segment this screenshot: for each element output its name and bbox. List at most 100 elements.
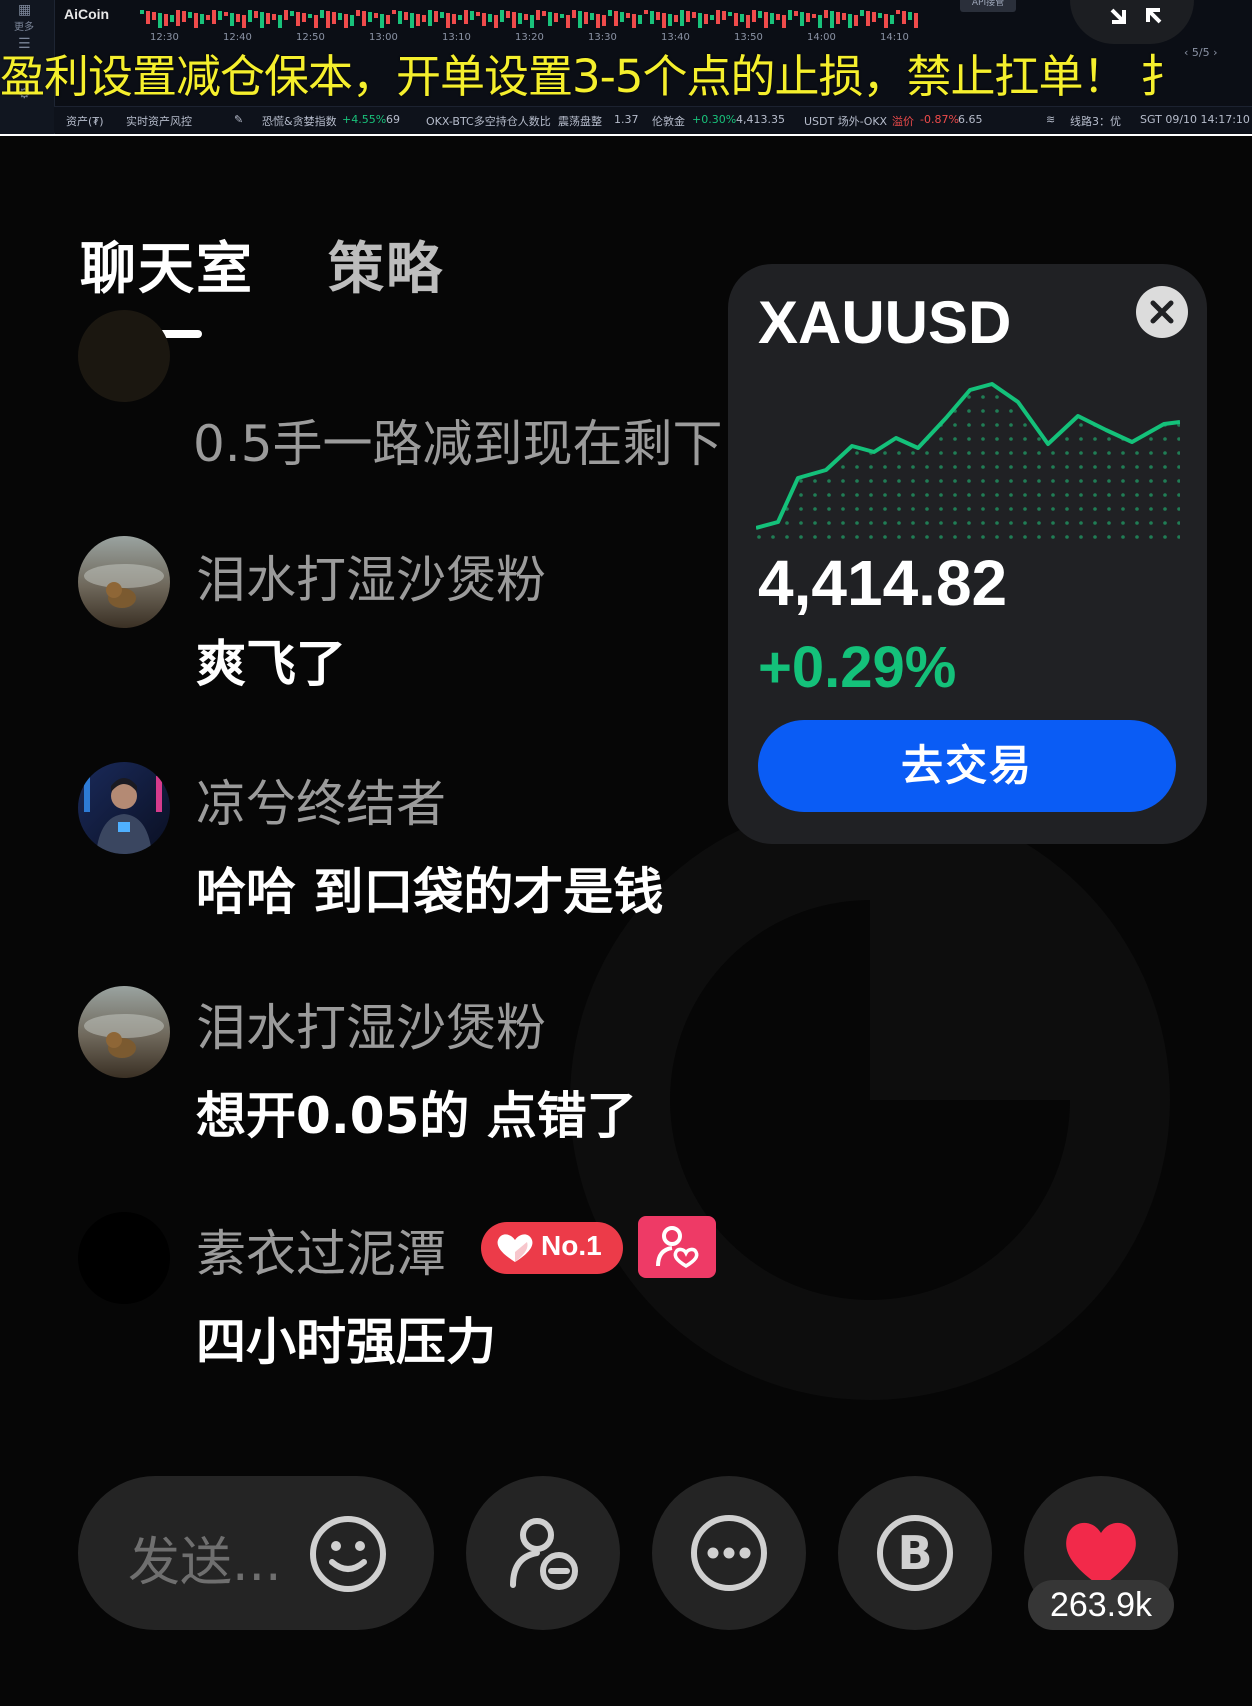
chat-message-text: 哈哈 到口袋的才是钱 [196,863,664,921]
candle [212,10,216,24]
exit-fullscreen-button[interactable] [1070,0,1194,44]
usdt-state: 溢价 [892,115,914,128]
candle [320,10,324,18]
candle [248,10,252,22]
pager[interactable]: ‹ 5/5 › [1184,46,1218,59]
candle [170,15,174,22]
candle [902,11,906,24]
ticker-change: +0.29% [758,635,957,700]
candle [392,10,396,14]
candle [638,15,642,24]
b-coin-button[interactable]: B [838,1476,992,1630]
chat-username[interactable]: 凉兮终结者 [196,764,446,836]
fan-badge[interactable] [638,1216,716,1278]
rank-badge[interactable]: No.1 [481,1222,623,1274]
line-label[interactable]: 线路3：优 [1070,113,1121,129]
fear-greed-change: +4.55% [342,113,387,126]
candle [458,15,462,20]
fear-greed-label: 恐慌&贪婪指数 [262,115,337,128]
candle [368,12,372,22]
candle [512,12,516,28]
candle [722,11,726,20]
usdt-change: -0.87% [920,113,959,126]
candle [470,11,474,20]
candle [428,10,432,26]
chat-message-partial: 0.5手一路减到现在剩下 [193,415,723,473]
candle [836,12,840,24]
candle [176,10,180,26]
candle [356,10,360,16]
tab-strategy[interactable]: 策略 [328,224,444,305]
candle [254,11,258,18]
candle [530,15,534,28]
okx-state: 震荡盘整 [558,115,602,128]
candle [362,11,366,26]
risk-label[interactable]: 实时资产风控 [126,113,192,129]
fear-greed-value: 69 [386,113,400,126]
avatar[interactable] [78,762,170,854]
candle [806,13,810,22]
candle [266,13,270,24]
assets-label[interactable]: 资产(₮) [66,113,104,129]
close-button[interactable] [1136,286,1188,338]
candle [224,12,228,16]
lion-avatar-image [78,986,170,1078]
trading-screen-strip: ▦ 更多 ☰ ⚙ AiCoin 12:30 12:40 12:50 13:00 13:1… [0,0,1252,136]
candle [872,12,876,22]
candle [536,10,540,20]
candle [560,14,564,18]
candle [578,11,582,28]
candle [218,11,222,20]
tab-chatroom[interactable]: 聊天室 [80,224,254,305]
candle [284,10,288,20]
like-count: 263.9k [1028,1580,1174,1630]
candle [584,12,588,24]
user-action-button[interactable] [466,1476,620,1630]
collapse-icon [1110,8,1162,24]
edit-icon[interactable]: ✎ [234,113,243,126]
candle [548,12,552,26]
candle [338,13,342,20]
candle [554,13,558,22]
api-button[interactable]: API接管 [960,0,1016,12]
candle [716,10,720,24]
candle [710,15,714,20]
send-input[interactable]: 发送... [78,1476,434,1630]
candle [302,13,306,22]
more-label: 更多 [14,22,34,33]
candle [752,10,756,22]
emoji-icon[interactable] [308,1514,388,1594]
okx-ratio-label: OKX-BTC多空持仓人数比 [426,115,551,128]
avatar[interactable] [78,1212,170,1304]
avatar[interactable] [78,986,170,1078]
candle [158,13,162,28]
avatar[interactable] [78,310,170,402]
candle [674,15,678,22]
candle [746,15,750,28]
candle [182,11,186,22]
candle [164,14,168,26]
chat-username[interactable]: 泪水打湿沙煲粉 [196,988,546,1060]
candle [146,11,150,24]
more-icon [691,1515,767,1591]
chat-username[interactable]: 素衣过泥潭 [196,1214,446,1286]
candle [194,13,198,28]
trade-button[interactable]: 去交易 [758,720,1176,812]
candle [776,14,780,20]
candle [686,11,690,22]
avatar[interactable] [78,536,170,628]
candle [890,15,894,24]
more-button[interactable] [652,1476,806,1630]
candle [758,11,762,18]
candle [200,14,204,24]
aicoin-logo: AiCoin [64,6,110,22]
candle [272,14,276,20]
ticker-card[interactable]: XAUUSD 4,414.82 +0.29% 去交易 [728,264,1207,844]
gold-change: +0.30% [692,113,737,126]
announcement-marquee: 盈利设置减仓保本，开单设置3-5个点的止损，禁止扛单！ 扌 [0,50,1185,103]
candle [800,12,804,26]
close-icon [1150,300,1174,324]
chat-username[interactable]: 泪水打湿沙煲粉 [196,540,546,612]
candle [386,15,390,24]
candle [476,12,480,16]
